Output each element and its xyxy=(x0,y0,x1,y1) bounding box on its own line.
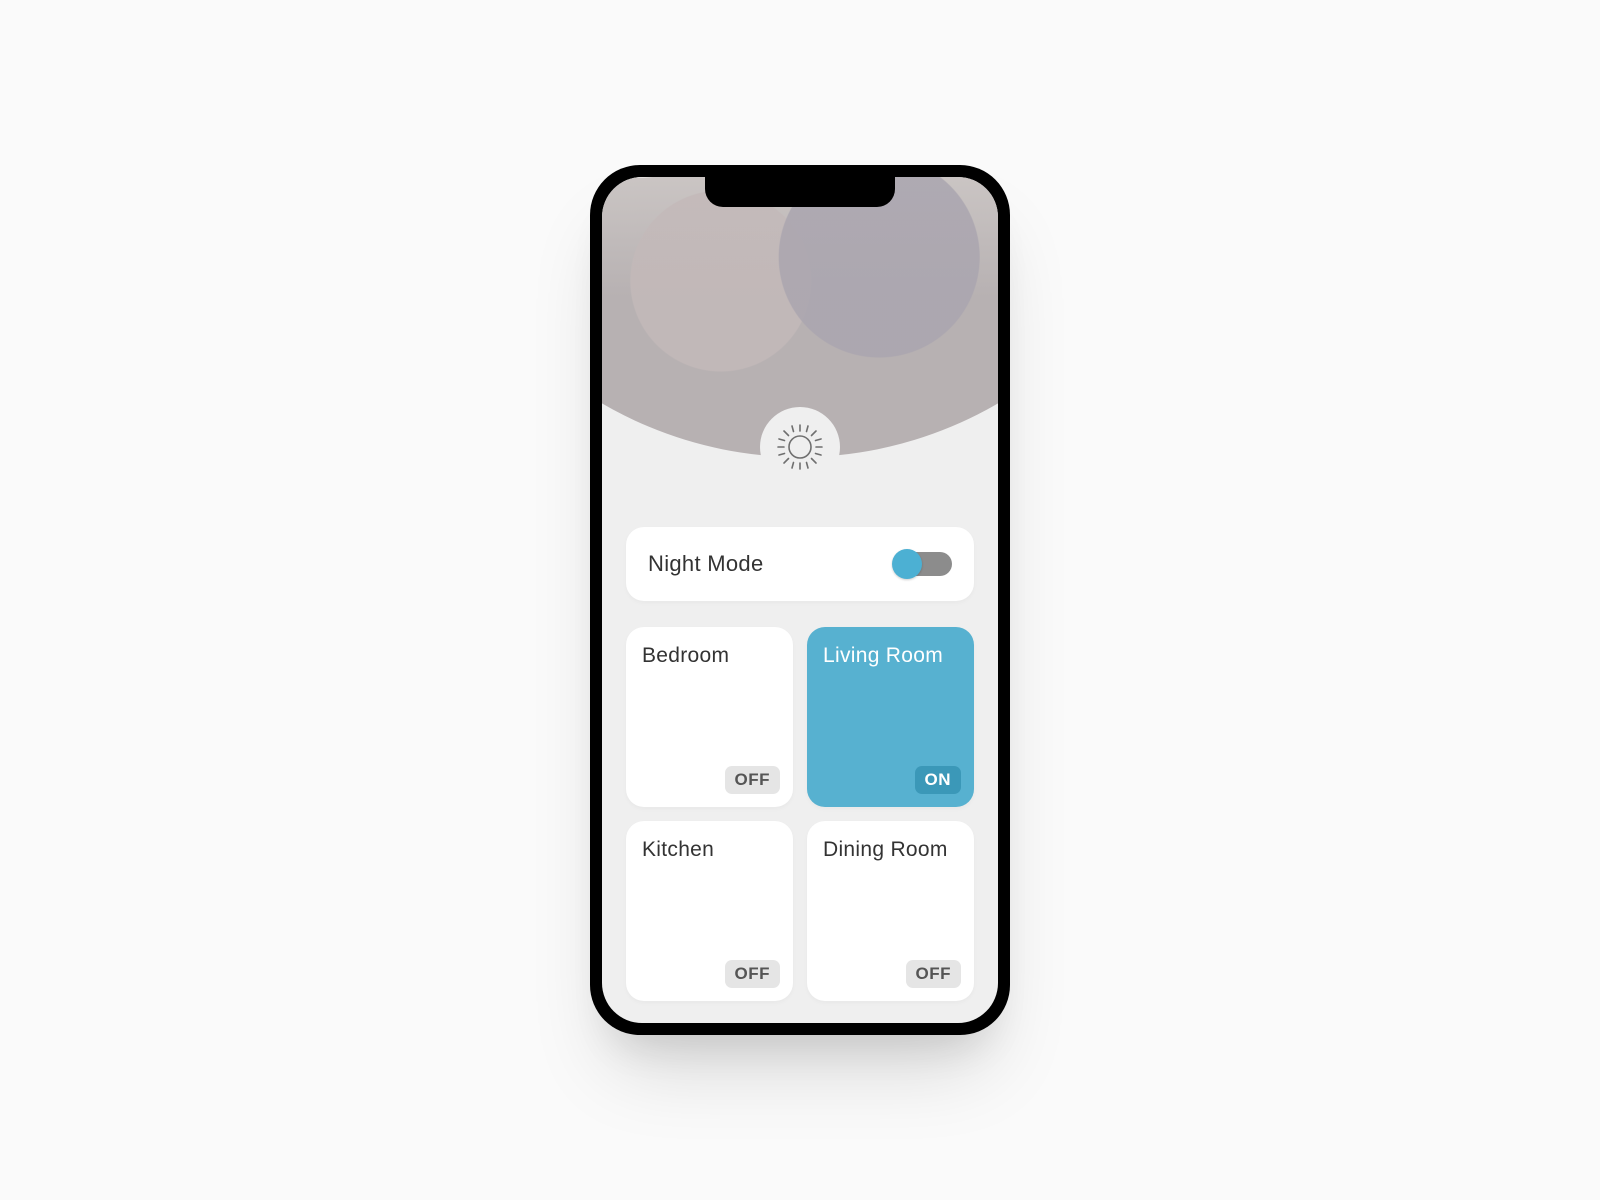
room-state-badge: ON xyxy=(915,766,962,794)
room-tile-dining-room[interactable]: Dining Room OFF xyxy=(807,821,974,1001)
room-tile-kitchen[interactable]: Kitchen OFF xyxy=(626,821,793,1001)
sun-icon xyxy=(760,407,840,487)
room-tile-living-room[interactable]: Living Room ON xyxy=(807,627,974,807)
room-name: Kitchen xyxy=(642,837,777,863)
canvas: Night Mode Bedroom OFF Living Room ON xyxy=(0,0,1600,1200)
night-mode-toggle[interactable] xyxy=(896,552,952,576)
room-state-badge: OFF xyxy=(906,960,962,988)
phone-notch xyxy=(705,177,895,207)
night-mode-label: Night Mode xyxy=(648,551,896,577)
room-grid: Bedroom OFF Living Room ON Kitchen OFF D… xyxy=(626,627,974,1001)
room-name: Bedroom xyxy=(642,643,777,669)
toggle-knob xyxy=(892,549,922,579)
room-state-badge: OFF xyxy=(725,766,781,794)
phone-screen: Night Mode Bedroom OFF Living Room ON xyxy=(602,177,998,1023)
night-mode-card: Night Mode xyxy=(626,527,974,601)
content-area: Night Mode Bedroom OFF Living Room ON xyxy=(626,527,974,1001)
room-state-badge: OFF xyxy=(725,960,781,988)
room-name: Living Room xyxy=(823,643,958,669)
phone-frame: Night Mode Bedroom OFF Living Room ON xyxy=(590,165,1010,1035)
room-tile-bedroom[interactable]: Bedroom OFF xyxy=(626,627,793,807)
room-name: Dining Room xyxy=(823,837,958,863)
